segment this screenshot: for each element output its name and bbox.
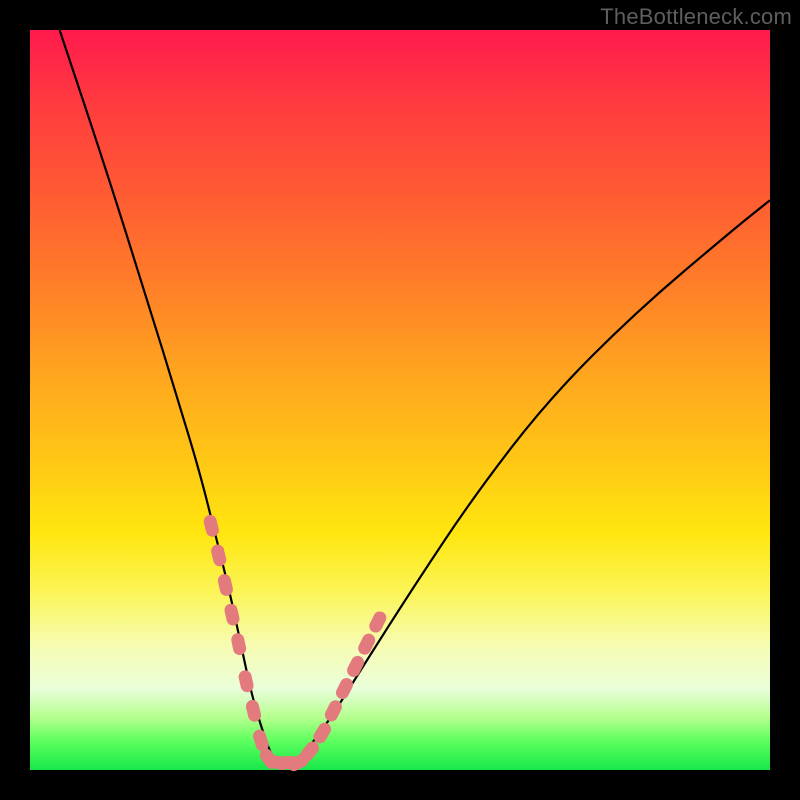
bottleneck-curve: [60, 30, 770, 763]
curve-marker: [237, 669, 254, 693]
plot-area: [30, 30, 770, 770]
chart-svg: [30, 30, 770, 770]
curve-marker: [217, 573, 235, 597]
watermark-text: TheBottleneck.com: [600, 4, 792, 30]
chart-frame: TheBottleneck.com: [0, 0, 800, 800]
curve-marker: [223, 602, 241, 626]
curve-marker: [202, 514, 220, 538]
curve-marker: [334, 676, 355, 701]
curve-marker: [230, 632, 247, 656]
curve-marker: [210, 543, 228, 567]
marker-layer: [202, 514, 388, 774]
curve-marker: [356, 631, 377, 656]
curve-layer: [60, 30, 770, 763]
